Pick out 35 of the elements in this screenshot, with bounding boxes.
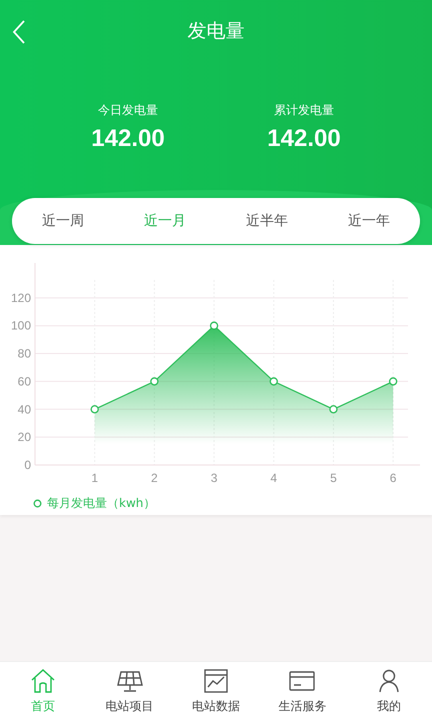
- stat-label: 今日发电量: [98, 102, 158, 119]
- y-tick-label: 100: [10, 318, 31, 333]
- line-chart-icon: [202, 668, 229, 694]
- y-tick-label: 0: [24, 458, 31, 472]
- y-tick-label: 20: [18, 430, 31, 444]
- x-tick-label: 2: [151, 471, 158, 485]
- data-point: [270, 377, 278, 386]
- x-tick-label: 6: [390, 471, 396, 485]
- back-icon[interactable]: [12, 20, 26, 44]
- y-tick-label: 40: [18, 402, 31, 416]
- tab-bar-item[interactable]: 生活服务: [262, 668, 342, 714]
- x-tick-label: 4: [270, 471, 278, 485]
- x-tick-label: 5: [330, 471, 337, 485]
- data-point: [389, 377, 398, 386]
- y-tick-label: 80: [18, 346, 31, 361]
- data-point: [150, 377, 159, 386]
- tab-bar-item[interactable]: 我的: [348, 668, 429, 714]
- x-tick-label: 1: [91, 471, 98, 485]
- x-tick-label: 3: [210, 471, 218, 485]
- data-point: [90, 405, 99, 414]
- period-tab[interactable]: 近半年: [240, 208, 294, 234]
- period-tab[interactable]: 近一周: [36, 208, 90, 234]
- page-title: 发电量: [188, 19, 244, 44]
- home-icon: [30, 668, 56, 694]
- stat-label: 累计发电量: [274, 102, 334, 119]
- y-tick-label: 60: [18, 374, 31, 388]
- data-point: [210, 322, 218, 330]
- y-tick-label: 120: [10, 290, 31, 305]
- tab-bar-item[interactable]: 电站数据: [176, 668, 256, 714]
- stat-value: 142.00: [91, 125, 165, 153]
- period-tab[interactable]: 近一年: [342, 208, 396, 234]
- stat-value: 142.00: [267, 125, 341, 153]
- tab-bar-item[interactable]: 电站项目: [90, 668, 170, 714]
- data-point: [329, 405, 338, 414]
- legend-label: 每月发电量（kwh）: [47, 495, 156, 512]
